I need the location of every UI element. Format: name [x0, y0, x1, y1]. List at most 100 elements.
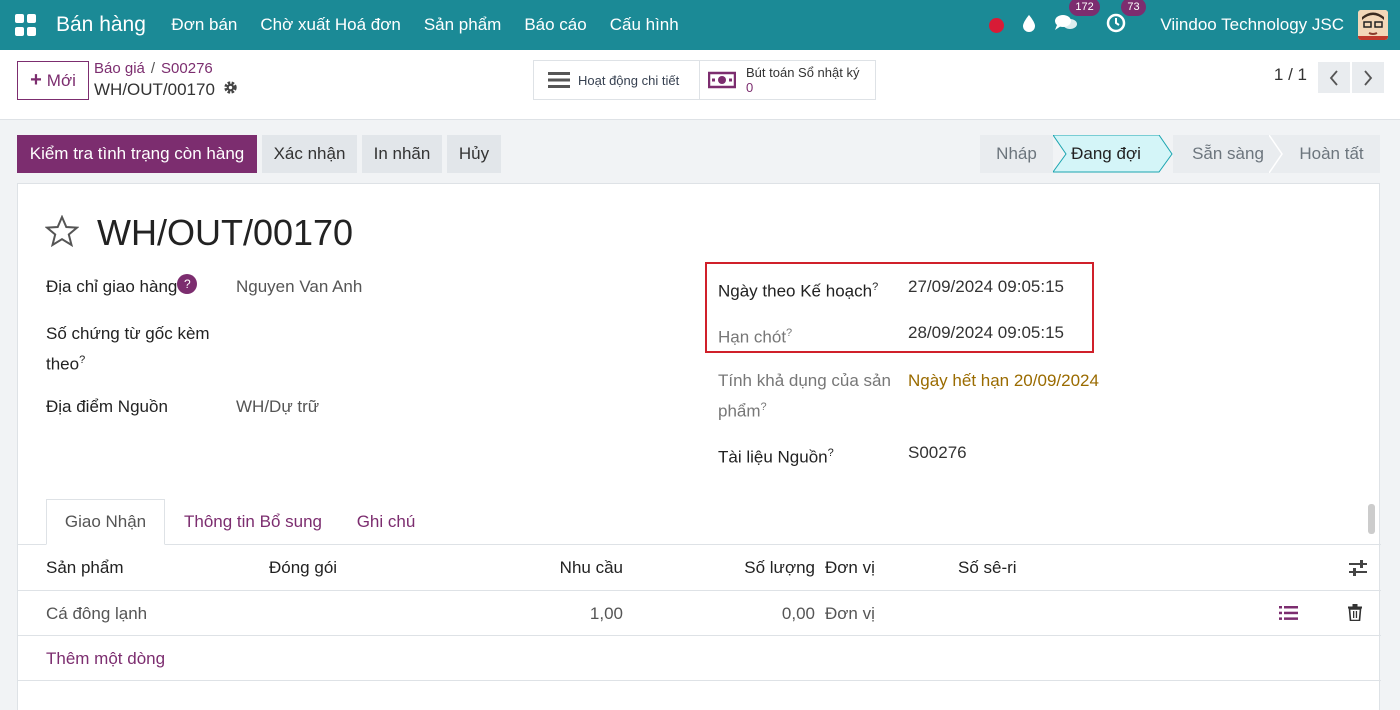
stage-ready-label: Sẵn sàng — [1192, 144, 1264, 163]
chat-icon — [1055, 14, 1078, 30]
new-button[interactable]: + Mới — [17, 61, 89, 100]
print-labels-button[interactable]: In nhãn — [362, 135, 442, 173]
record-title: WH/OUT/00170 — [97, 212, 354, 253]
status-bar: Nháp Đang đợi Sẵn sàng Hoàn tất — [980, 135, 1380, 173]
trash-icon[interactable] — [1348, 604, 1362, 622]
breadcrumb-quotations[interactable]: Báo giá — [94, 60, 145, 77]
clock-icon — [1107, 13, 1126, 32]
menu-item-configuration[interactable]: Cấu hình — [598, 15, 690, 35]
new-button-label: Mới — [46, 70, 76, 90]
tab-operations[interactable]: Giao Nhận — [46, 499, 165, 545]
journal-entries-count: 0 — [746, 80, 754, 95]
row-quantity[interactable]: 0,00 — [782, 591, 815, 636]
row-product[interactable]: Cá đông lạnh — [46, 591, 147, 636]
pager-previous-button[interactable] — [1318, 62, 1350, 93]
origin-document-field[interactable] — [236, 321, 656, 347]
column-settings-icon[interactable] — [1349, 560, 1367, 576]
row-demand[interactable]: 1,00 — [590, 591, 623, 636]
water-drop-icon[interactable] — [1022, 14, 1036, 37]
add-line-row: Thêm một dòng — [18, 636, 1381, 681]
chevron-left-icon — [1329, 69, 1338, 86]
record-dot-icon[interactable] — [989, 17, 1005, 33]
menu-item-orders[interactable]: Đơn bán — [160, 15, 249, 35]
control-panel: + Mới Báo giá / S00276 WH/OUT/00170 Hoạt đ… — [0, 50, 1400, 120]
app-menu-icon[interactable] — [15, 14, 37, 36]
activities-button[interactable]: 73 — [1106, 0, 1146, 38]
scrollbar[interactable] — [1368, 504, 1375, 534]
deadline-field: 28/09/2024 09:05:15 — [908, 323, 1064, 342]
column-quantity[interactable]: Số lượng — [744, 545, 815, 591]
app-name[interactable]: Bán hàng — [56, 13, 146, 37]
scheduled-date-label-text: Ngày theo Kế hoạch — [718, 281, 873, 301]
help-question-icon[interactable]: ? — [177, 274, 198, 294]
gear-icon[interactable] — [223, 80, 238, 100]
scheduled-date-label: Ngày theo Kế hoạch? — [718, 281, 879, 301]
add-line-link[interactable]: Thêm một dòng — [46, 636, 165, 681]
activity-details-button[interactable]: Hoạt động chi tiết — [533, 60, 700, 100]
source-location-label: Địa điểm Nguồn — [46, 397, 168, 416]
list-lines-icon — [548, 72, 570, 88]
tab-note[interactable]: Ghi chú — [346, 499, 426, 545]
column-demand[interactable]: Nhu cầu — [560, 545, 623, 591]
scheduled-date-field[interactable]: 27/09/2024 09:05:15 — [908, 274, 1064, 300]
activities-count-badge: 73 — [1121, 0, 1146, 16]
table-header: Sản phẩm Đóng gói Nhu cầu Số lượng Đơn v… — [18, 545, 1381, 591]
check-availability-button[interactable]: Kiểm tra tình trạng còn hàng — [17, 135, 257, 173]
deadline-label: Hạn chót? — [718, 327, 793, 347]
breadcrumb-separator: / — [150, 60, 156, 77]
form-sheet: WH/OUT/00170 Địa chỉ giao hàng? Nguyen V… — [17, 183, 1381, 710]
menu-item-to-invoice[interactable]: Chờ xuất Hoá đơn — [249, 15, 412, 35]
money-icon — [708, 71, 736, 89]
stage-ready[interactable]: Sẵn sàng — [1173, 135, 1283, 173]
plus-icon: + — [30, 69, 42, 91]
column-uom[interactable]: Đơn vị — [825, 545, 875, 591]
stage-waiting[interactable]: Đang đợi — [1053, 135, 1159, 173]
source-document-label-text: Tài liệu Nguồn — [718, 447, 828, 467]
menu-item-products[interactable]: Sản phẩm — [412, 15, 513, 35]
stage-draft-label: Nháp — [996, 144, 1037, 163]
star-icon[interactable] — [44, 214, 80, 252]
activity-details-label: Hoạt động chi tiết — [578, 72, 680, 88]
column-package[interactable]: Đóng gói — [269, 545, 337, 591]
journal-entries-button[interactable]: Bút toán Sổ nhật ký 0 — [699, 60, 876, 100]
main-menu: Đơn bán Chờ xuất Hoá đơn Sản phẩm Báo cá… — [160, 15, 690, 35]
pager-next-button[interactable] — [1352, 62, 1384, 93]
delivery-address-field[interactable]: Nguyen Van Anh — [236, 274, 362, 300]
notebook-tabs: Giao Nhận Thông tin Bổ sung Ghi chú — [18, 499, 1381, 545]
row-uom[interactable]: Đơn vị — [825, 591, 875, 636]
origin-document-label-line2: theo — [46, 354, 80, 374]
current-record: WH/OUT/00170 — [94, 80, 238, 100]
column-product[interactable]: Sản phẩm — [46, 545, 124, 591]
menu-item-reporting[interactable]: Báo cáo — [513, 15, 598, 35]
product-availability-label-line1: Tính khả dụng của sản — [718, 371, 891, 390]
chevron-right-icon — [1364, 69, 1373, 86]
table-row[interactable]: Cá đông lạnh 1,00 0,00 Đơn vị — [18, 591, 1381, 636]
source-document-label: Tài liệu Nguồn? — [718, 447, 834, 467]
tab-additional-info[interactable]: Thông tin Bổ sung — [168, 499, 338, 545]
product-availability-label: Tính khả dụng của sản phẩm? — [718, 368, 891, 425]
cancel-button[interactable]: Hủy — [447, 135, 501, 173]
top-navbar: Bán hàng Đơn bán Chờ xuất Hoá đơn Sản ph… — [0, 0, 1400, 50]
stage-done-label: Hoàn tất — [1299, 144, 1364, 163]
deadline-label-text: Hạn chót — [718, 327, 787, 347]
stage-waiting-label: Đang đợi — [1071, 144, 1141, 163]
source-document-field[interactable]: S00276 — [908, 440, 967, 466]
details-list-icon[interactable] — [1279, 605, 1298, 621]
breadcrumb-order[interactable]: S00276 — [161, 60, 213, 77]
company-switcher[interactable]: Viindoo Technology JSC — [1160, 15, 1344, 35]
validate-button[interactable]: Xác nhận — [262, 135, 357, 173]
product-availability-value: Ngày hết hạn 20/09/2024 — [908, 371, 1099, 390]
messages-button[interactable]: 172 — [1054, 0, 1100, 38]
stage-done[interactable]: Hoàn tất — [1283, 135, 1380, 173]
stage-divider-shape — [1269, 135, 1283, 173]
journal-entries-label: Bút toán Sổ nhật ký — [746, 65, 860, 80]
messages-count-badge: 172 — [1069, 0, 1100, 16]
breadcrumb: Báo giá / S00276 — [94, 60, 213, 77]
stage-draft[interactable]: Nháp — [980, 135, 1053, 173]
source-location-field[interactable]: WH/Dự trữ — [236, 394, 319, 420]
user-avatar[interactable] — [1358, 10, 1388, 40]
column-serial[interactable]: Số sê-ri — [958, 545, 1017, 591]
pager-value[interactable]: 1 / 1 — [1274, 65, 1307, 85]
delivery-address-label: Địa chỉ giao hàng? — [46, 274, 198, 300]
origin-document-label: Số chứng từ gốc kèm theo? — [46, 321, 210, 378]
